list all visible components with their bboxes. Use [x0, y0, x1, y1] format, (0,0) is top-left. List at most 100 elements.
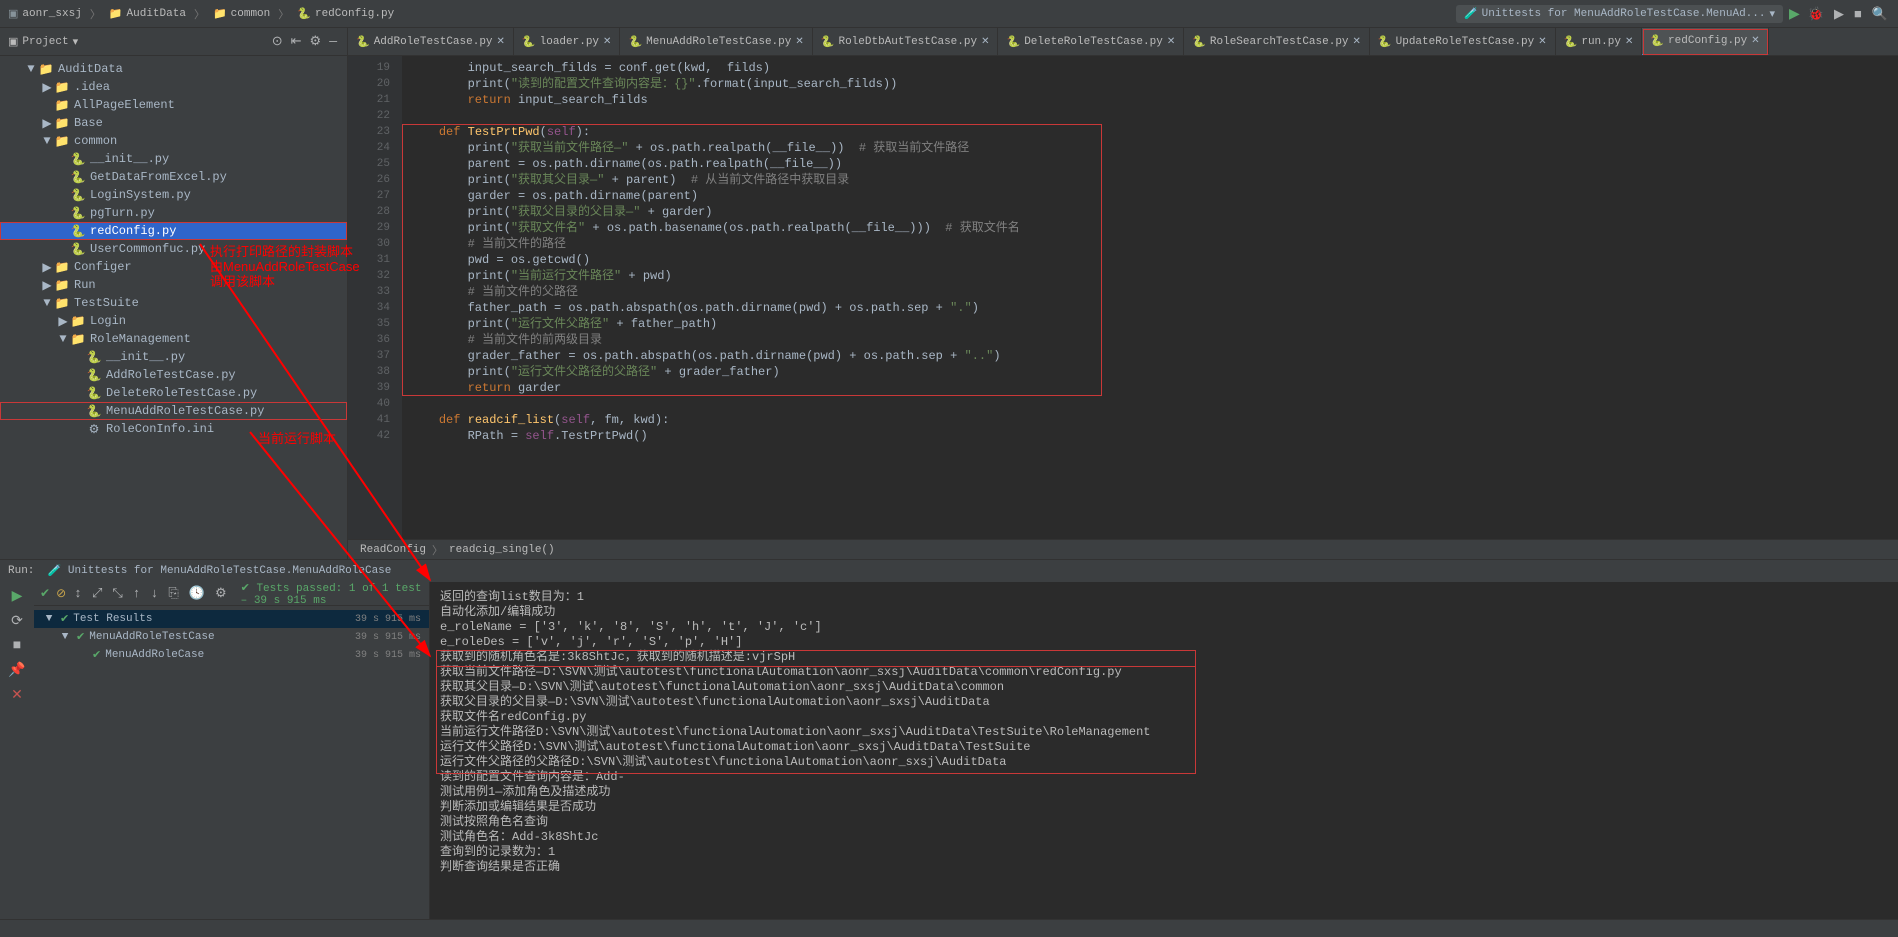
- tree-item[interactable]: ▼📁TestSuite: [0, 294, 347, 312]
- tree-arrow[interactable]: [56, 170, 70, 184]
- tree-item[interactable]: 📁AllPageElement: [0, 96, 347, 114]
- sidebar-title[interactable]: Project: [22, 36, 68, 48]
- close-button[interactable]: ✕: [11, 687, 23, 704]
- tree-item[interactable]: 🐍DeleteRoleTestCase.py: [0, 384, 347, 402]
- gear-icon[interactable]: ⚙: [308, 34, 324, 49]
- close-icon[interactable]: ✕: [981, 36, 989, 48]
- tree-item[interactable]: ▶📁Base: [0, 114, 347, 132]
- close-icon[interactable]: ✕: [1167, 36, 1175, 48]
- editor-tab[interactable]: 🐍MenuAddRoleTestCase.py✕: [620, 28, 812, 56]
- tree-arrow[interactable]: [56, 224, 70, 238]
- tree-arrow[interactable]: ▼: [40, 296, 54, 310]
- tree-arrow[interactable]: [56, 206, 70, 220]
- close-icon[interactable]: ✕: [1625, 36, 1633, 48]
- chevron-down-icon[interactable]: ▾: [73, 35, 79, 49]
- export-icon[interactable]: ⎘: [166, 586, 180, 601]
- close-icon[interactable]: ✕: [1538, 36, 1546, 48]
- code-breadcrumb[interactable]: ReadConfig 〉 readcig_single(): [348, 539, 1898, 559]
- crumb-folder2[interactable]: common: [231, 8, 271, 20]
- tree-item[interactable]: 🐍pgTurn.py: [0, 204, 347, 222]
- warn-icon[interactable]: ⊘: [56, 586, 66, 601]
- tree-label[interactable]: Run: [74, 278, 96, 292]
- tree-item[interactable]: 🐍redConfig.py: [0, 222, 347, 240]
- tree-label[interactable]: TestSuite: [74, 296, 139, 310]
- next-icon[interactable]: ↓: [149, 586, 161, 601]
- coverage-button[interactable]: ▶: [1832, 7, 1846, 22]
- test-item[interactable]: ▼✔Test Results39 s 915 ms: [34, 610, 429, 628]
- tree-label[interactable]: DeleteRoleTestCase.py: [106, 386, 257, 400]
- tree-label[interactable]: __init__.py: [90, 152, 169, 166]
- tree-label[interactable]: AuditData: [58, 62, 123, 76]
- tree-label[interactable]: Base: [74, 116, 103, 130]
- crumb-method[interactable]: readcig_single(): [449, 544, 555, 556]
- tree-arrow[interactable]: ▶: [40, 116, 54, 131]
- tree-arrow[interactable]: [56, 152, 70, 166]
- tree-arrow[interactable]: ▶: [56, 314, 70, 329]
- tree-arrow[interactable]: [40, 98, 54, 112]
- tree-label[interactable]: RoleConInfo.ini: [106, 422, 214, 436]
- tree-label[interactable]: pgTurn.py: [90, 206, 155, 220]
- crumb-folder1[interactable]: AuditData: [127, 8, 186, 20]
- crumb-project[interactable]: aonr_sxsj: [22, 8, 81, 20]
- editor-tab[interactable]: 🐍AddRoleTestCase.py✕: [348, 28, 514, 56]
- test-tree[interactable]: ▼✔Test Results39 s 915 ms▼✔MenuAddRoleTe…: [34, 606, 429, 919]
- tree-arrow[interactable]: [56, 188, 70, 202]
- tree-label[interactable]: UserCommonfuc.py: [90, 242, 205, 256]
- console-output[interactable]: 返回的查询list数目为：1自动化添加/编辑成功e_roleName = ['3…: [430, 582, 1898, 919]
- hide-icon[interactable]: —: [327, 34, 339, 49]
- editor-tab[interactable]: 🐍DeleteRoleTestCase.py✕: [998, 28, 1184, 56]
- editor-tab[interactable]: 🐍UpdateRoleTestCase.py✕: [1370, 28, 1556, 56]
- editor-tab[interactable]: 🐍run.py✕: [1556, 28, 1643, 56]
- prev-icon[interactable]: ↑: [131, 586, 143, 601]
- tree-label[interactable]: .idea: [74, 80, 110, 94]
- tree-item[interactable]: 🐍AddRoleTestCase.py: [0, 366, 347, 384]
- collapse-icon[interactable]: ⇤: [289, 34, 304, 49]
- tree-arrow[interactable]: [72, 368, 86, 382]
- editor-tab[interactable]: 🐍RoleDtbAutTestCase.py✕: [813, 28, 999, 56]
- tree-arrow[interactable]: [72, 350, 86, 364]
- tree-label[interactable]: GetDataFromExcel.py: [90, 170, 227, 184]
- tree-item[interactable]: ▶📁Configer: [0, 258, 347, 276]
- tree-arrow[interactable]: [72, 404, 86, 418]
- tree-arrow[interactable]: ▼: [40, 134, 54, 148]
- tree-label[interactable]: redConfig.py: [90, 224, 176, 238]
- tree-arrow[interactable]: ▼: [56, 332, 70, 346]
- tree-item[interactable]: ▼📁AuditData: [0, 60, 347, 78]
- tree-item[interactable]: 🐍GetDataFromExcel.py: [0, 168, 347, 186]
- editor-tab[interactable]: 🐍RoleSearchTestCase.py✕: [1184, 28, 1370, 56]
- tree-arrow[interactable]: [72, 422, 86, 436]
- tree-arrow[interactable]: ▶: [40, 80, 54, 95]
- stop-button[interactable]: ■: [1852, 7, 1864, 22]
- test-item[interactable]: ▼✔MenuAddRoleTestCase39 s 915 ms: [34, 628, 429, 646]
- debug-button[interactable]: 🐞: [1806, 7, 1826, 22]
- tree-label[interactable]: AddRoleTestCase.py: [106, 368, 236, 382]
- tree-label[interactable]: Configer: [74, 260, 132, 274]
- history-icon[interactable]: 🕓: [187, 586, 207, 601]
- run-button[interactable]: ▶: [1789, 6, 1800, 23]
- run-config-dropdown[interactable]: 🧪 Unittests for MenuAddRoleTestCase.Menu…: [1456, 5, 1783, 23]
- tree-item[interactable]: 🐍MenuAddRoleTestCase.py: [0, 402, 347, 420]
- editor-tab[interactable]: 🐍redConfig.py✕: [1642, 28, 1768, 56]
- tree-label[interactable]: common: [74, 134, 117, 148]
- code-editor[interactable]: input_search_filds = conf.get(kwd, filds…: [402, 56, 1898, 539]
- close-icon[interactable]: ✕: [1353, 36, 1361, 48]
- tree-item[interactable]: 🐍__init__.py: [0, 150, 347, 168]
- tree-item[interactable]: ▼📁common: [0, 132, 347, 150]
- tree-label[interactable]: LoginSystem.py: [90, 188, 191, 202]
- tree-item[interactable]: 🐍UserCommonfuc.py: [0, 240, 347, 258]
- project-tree[interactable]: ▼📁AuditData▶📁.idea 📁AllPageElement▶📁Base…: [0, 56, 347, 559]
- tree-label[interactable]: Login: [90, 314, 126, 328]
- close-icon[interactable]: ✕: [603, 36, 611, 48]
- check-icon[interactable]: ✔: [40, 586, 50, 601]
- search-button[interactable]: 🔍: [1870, 7, 1890, 22]
- pin-button[interactable]: 📌: [8, 662, 25, 679]
- close-icon[interactable]: ✕: [795, 36, 803, 48]
- tree-label[interactable]: MenuAddRoleTestCase.py: [106, 404, 264, 418]
- editor-tab[interactable]: 🐍loader.py✕: [514, 28, 621, 56]
- tree-label[interactable]: RoleManagement: [90, 332, 191, 346]
- stop-button[interactable]: ■: [13, 638, 21, 654]
- tree-arrow[interactable]: ▼: [24, 62, 38, 76]
- tree-arrow[interactable]: [56, 242, 70, 256]
- tree-label[interactable]: AllPageElement: [74, 98, 175, 112]
- toggle-button[interactable]: ⟳: [11, 613, 23, 630]
